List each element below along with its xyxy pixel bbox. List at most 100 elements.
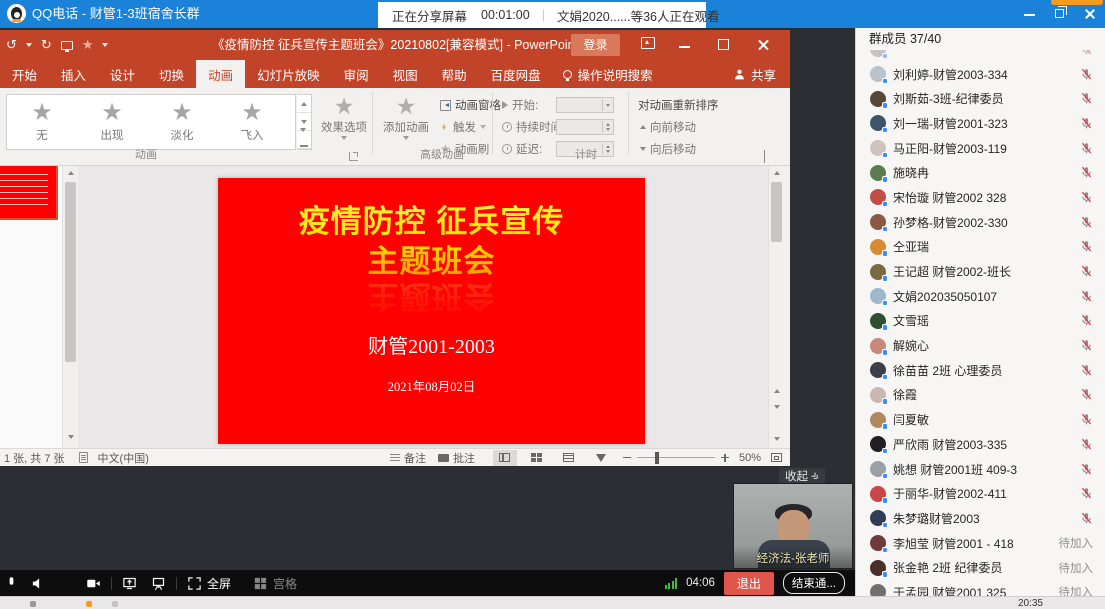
scrollbar-thumb[interactable] bbox=[65, 182, 76, 362]
ribbon-tab[interactable]: 百度网盘 bbox=[479, 60, 553, 88]
member-row[interactable]: 文娟202035050107 bbox=[856, 284, 1105, 309]
whiteboard-icon[interactable] bbox=[151, 576, 166, 591]
animation-style[interactable]: ★ 飞入 bbox=[217, 95, 287, 149]
next-slide-button[interactable] bbox=[769, 400, 785, 414]
members-header: 群成员 37/40 bbox=[856, 28, 1105, 50]
speaker-icon[interactable] bbox=[31, 576, 46, 591]
member-row[interactable]: 王记超 财管2002-班长 bbox=[856, 259, 1105, 284]
spellcheck-icon[interactable] bbox=[79, 452, 88, 463]
windows-taskbar[interactable]: 20:35 bbox=[0, 596, 1105, 609]
move-later-button[interactable]: 向后移动 bbox=[640, 140, 696, 158]
member-row[interactable]: 解婉心 bbox=[856, 333, 1105, 358]
member-row[interactable]: 孙梦格-财管2002-330 bbox=[856, 210, 1105, 235]
slideshow-view-button[interactable] bbox=[589, 450, 613, 466]
dialog-launcher-icon[interactable] bbox=[349, 152, 358, 161]
fullscreen-button[interactable]: 全屏 bbox=[187, 575, 231, 592]
taskbar-app-icon-orange[interactable] bbox=[86, 601, 92, 607]
animation-style[interactable]: ★ 淡化 bbox=[147, 95, 217, 149]
member-row[interactable]: 宋怡璇 财管2002 328 bbox=[856, 185, 1105, 210]
zoom-percentage[interactable]: 50% bbox=[739, 452, 761, 464]
share-screen-icon[interactable] bbox=[122, 576, 137, 591]
collapse-ribbon-button[interactable] bbox=[764, 151, 778, 161]
member-row[interactable]: 姚想 财管2001班 409-3 bbox=[856, 457, 1105, 482]
start-dropdown[interactable] bbox=[556, 97, 614, 113]
member-row[interactable]: 刘利婷-财管2003-334 bbox=[856, 62, 1105, 87]
animation-style[interactable]: ★ 无 bbox=[7, 95, 77, 149]
ribbon-tab[interactable]: 开始 bbox=[0, 60, 49, 88]
ribbon-display-icon[interactable] bbox=[641, 37, 655, 49]
zoom-slider[interactable] bbox=[637, 457, 715, 459]
gallery-up-button[interactable] bbox=[297, 95, 311, 113]
effect-options-button[interactable]: ★ 效果选项 bbox=[318, 94, 370, 140]
move-earlier-button[interactable]: 向前移动 bbox=[640, 118, 696, 136]
comments-button[interactable]: 批注 bbox=[438, 450, 475, 466]
scroll-down-icon[interactable] bbox=[63, 430, 78, 444]
fit-slide-icon[interactable] bbox=[771, 453, 782, 462]
star-icon: ★ bbox=[171, 101, 193, 125]
member-row[interactable] bbox=[856, 50, 1105, 62]
scroll-down-icon[interactable] bbox=[769, 432, 785, 446]
member-row[interactable]: 徐苗苗 2班 心理委员 bbox=[856, 358, 1105, 383]
member-row[interactable]: 闫夏敏 bbox=[856, 407, 1105, 432]
member-row[interactable]: 刘一瑞-财管2001-323 bbox=[856, 111, 1105, 136]
mic-muted-icon bbox=[1080, 240, 1093, 253]
camera-icon[interactable] bbox=[86, 576, 101, 591]
taskbar-app-icon[interactable] bbox=[112, 601, 118, 607]
member-row[interactable]: 李旭莹 财管2001 - 418 待加入 bbox=[856, 531, 1105, 556]
avatar bbox=[870, 91, 886, 107]
ribbon-tab[interactable]: 插入 bbox=[49, 60, 98, 88]
gallery-expand-button[interactable] bbox=[297, 131, 311, 149]
ribbon-tab[interactable]: 切换 bbox=[147, 60, 196, 88]
member-row[interactable]: 刘斯茹-3班-纪律委员 bbox=[856, 86, 1105, 111]
ribbon-tab[interactable]: 动画 bbox=[196, 60, 245, 88]
reading-view-button[interactable] bbox=[557, 450, 581, 466]
teacher-video-thumbnail[interactable]: 经济法-张老师 bbox=[733, 483, 853, 569]
ribbon-tab[interactable]: 视图 bbox=[381, 60, 430, 88]
end-call-button[interactable]: 结束通... bbox=[783, 572, 845, 594]
add-animation-button[interactable]: ★ 添加动画 bbox=[378, 94, 434, 140]
ppt-minimize-icon[interactable] bbox=[679, 46, 690, 48]
slide-thumbnail[interactable] bbox=[0, 166, 56, 218]
notes-button[interactable]: 备注 bbox=[390, 450, 426, 466]
member-row[interactable]: 张金艳 2班 纪律委员 待加入 bbox=[856, 555, 1105, 580]
member-row[interactable]: 马正阳-财管2003-119 bbox=[856, 136, 1105, 161]
slide-scrollbar[interactable] bbox=[768, 166, 784, 448]
microphone-icon[interactable] bbox=[4, 576, 19, 591]
ribbon-tab[interactable]: 幻灯片放映 bbox=[245, 60, 332, 88]
zoom-in-icon[interactable] bbox=[721, 454, 729, 462]
taskbar-app-icon[interactable] bbox=[30, 601, 36, 607]
scrollbar-thumb[interactable] bbox=[771, 182, 782, 242]
zoom-out-icon[interactable] bbox=[623, 457, 631, 459]
exit-button[interactable]: 退出 bbox=[724, 572, 774, 595]
member-row[interactable]: 于丽华-财管2002-411 bbox=[856, 481, 1105, 506]
slide-sorter-view-button[interactable] bbox=[525, 450, 549, 466]
thumbnail-scrollbar[interactable] bbox=[62, 166, 77, 448]
member-row[interactable]: 仝亚瑞 bbox=[856, 235, 1105, 260]
member-row[interactable]: 朱梦璐财管2003 bbox=[856, 506, 1105, 531]
collapse-video-button[interactable]: 收起 » bbox=[779, 468, 825, 484]
member-row[interactable]: 徐霞 bbox=[856, 383, 1105, 408]
ribbon-tab[interactable]: 审阅 bbox=[332, 60, 381, 88]
member-row[interactable]: 严欣雨 财管2003-335 bbox=[856, 432, 1105, 457]
previous-slide-button[interactable] bbox=[769, 384, 785, 398]
animation-style[interactable]: ★ 出现 bbox=[77, 95, 147, 149]
ppt-maximize-icon[interactable] bbox=[718, 39, 729, 50]
scroll-up-icon[interactable] bbox=[769, 166, 785, 180]
tell-me-search[interactable]: 操作说明搜索 bbox=[553, 60, 663, 88]
duration-input[interactable] bbox=[556, 119, 614, 135]
grid-view-button[interactable]: 宫格 bbox=[253, 575, 297, 592]
scroll-up-icon[interactable] bbox=[63, 166, 78, 180]
member-row[interactable]: 文雪瑶 bbox=[856, 309, 1105, 334]
member-row[interactable]: 施晓冉 bbox=[856, 160, 1105, 185]
normal-view-button[interactable] bbox=[493, 450, 517, 466]
sharing-status-text: 正在分享屏幕 bbox=[392, 6, 467, 25]
ribbon-tab[interactable]: 帮助 bbox=[430, 60, 479, 88]
login-button[interactable]: 登录 bbox=[571, 34, 620, 56]
language-indicator[interactable]: 中文(中国) bbox=[98, 450, 149, 466]
slide-canvas[interactable]: 疫情防控 征兵宣传 主题班会 疫情防控 征兵宣传 主题班会 财管2001-200… bbox=[218, 178, 645, 444]
trigger-button[interactable]: 触发 bbox=[440, 118, 486, 136]
minimize-button[interactable] bbox=[1015, 0, 1045, 28]
ribbon-tab[interactable]: 设计 bbox=[98, 60, 147, 88]
share-button[interactable]: 共享 bbox=[719, 60, 790, 88]
zoom-slider-thumb[interactable] bbox=[655, 452, 659, 464]
